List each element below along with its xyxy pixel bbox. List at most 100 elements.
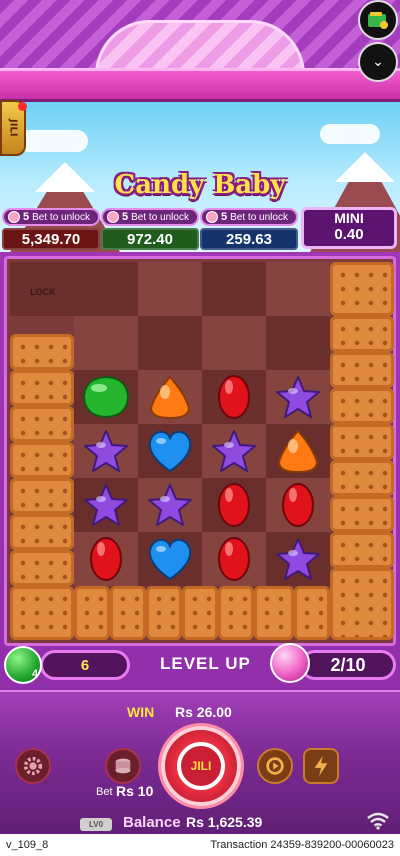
candy-red-oval [81,536,131,582]
unlock-count: 5 [23,211,30,223]
candy-orange-drop [273,428,323,474]
settings-button[interactable] [15,748,51,784]
cloud [320,124,380,144]
biscuit-block [330,388,394,424]
notification-dot [18,102,27,111]
board-cell [202,262,266,316]
jackpot-unlock-label: 5 Bet to unlock [101,208,199,226]
candy-red-oval [209,374,259,420]
jackpot-1: 5 Bet to unlock 5,349.70 [2,208,100,250]
autoplay-icon [266,757,284,775]
wallet-button[interactable] [358,0,398,40]
lightning-icon [314,755,328,777]
auto-spin-button[interactable] [257,748,293,784]
win-value: Rs 26.00 [175,704,232,720]
jackpot-unlock-label: 5 Bet to unlock [200,208,298,226]
level-up-label: LEVEL UP [160,654,251,673]
candy-purple-star [273,374,323,420]
board-cell [266,262,330,316]
gear-icon [23,756,43,776]
vip-level-badge: LV0 [80,818,112,831]
biscuit-block [330,262,394,316]
unlock-text: Bet to unlock [32,211,90,223]
lock-icon [206,211,218,223]
jackpot-2: 5 Bet to unlock 972.40 [101,208,199,250]
jackpot-value: 5,349.70 [2,228,100,250]
bet-button[interactable] [105,748,141,784]
candy-purple-star [209,428,259,474]
unlock-count: 5 [122,211,129,223]
candy-purple-star [81,428,131,474]
biscuit-block [10,370,74,406]
board-cell [74,316,138,370]
bet-label: Bet [96,786,113,798]
candy-red-oval [273,482,323,528]
candy-arch [95,20,305,75]
biscuit-block [330,424,394,460]
double-chevron-down-icon: ⌄ [372,54,384,70]
bet-value: Rs 10 [116,783,154,799]
biscuit-block [182,586,218,640]
mini-value: 0.40 [334,226,364,243]
biscuit-block [330,532,394,568]
biscuit-block [254,586,294,640]
board-cell [138,316,202,370]
turbo-button[interactable] [303,748,339,784]
candy-ball-icon [270,643,310,683]
win-label: WIN [127,704,155,720]
balance-label: Balance [123,814,181,831]
biscuit-block [330,496,394,532]
jackpot-unlock-label: 5 Bet to unlock [2,208,100,226]
biscuit-block [10,334,74,370]
candy-purple-star [81,482,131,528]
wallet-icon [368,12,388,29]
candy-red-oval [209,536,259,582]
lock-label: LOCK [30,287,56,297]
version-text: v_109_8 [6,839,49,851]
mini-label: MINI [334,210,364,226]
biscuit-block [330,352,394,388]
candy-blue-heart [145,536,195,582]
lock-icon [8,211,20,223]
jackpot-3: 5 Bet to unlock 259.63 [200,208,298,250]
board-cell [266,316,330,370]
biscuit-block [330,316,394,352]
biscuit-block [294,586,330,640]
mini-jackpot: MINI 0.40 [301,207,397,249]
biscuit-block [74,586,110,640]
lock-icon [107,211,119,223]
candy-red-oval [209,482,259,528]
candy-purple-star [273,536,323,582]
board-cell [138,262,202,316]
game-screen: JILI ⌄ Candy Baby 5 Bet to unlock 5,349.… [0,0,400,856]
collapse-menu-button[interactable]: ⌄ [358,42,398,82]
unlock-text: Bet to unlock [131,211,189,223]
jackpot-value: 259.63 [200,228,298,250]
wifi-icon [367,812,389,830]
candy-purple-star [145,482,195,528]
biscuit-block [10,514,74,550]
biscuit-block [10,586,74,640]
coin-stack-icon [115,758,131,774]
biscuit-block [10,478,74,514]
transaction-text: Transaction 24359-839200-00060023 [210,839,394,851]
unlock-count: 5 [221,211,228,223]
game-title: Candy Baby [114,170,286,200]
unlock-text: Bet to unlock [230,211,288,223]
biscuit-block [10,550,74,586]
gem-count: 4 [32,668,39,680]
biscuit-block [330,568,394,640]
biscuit-block [218,586,254,640]
spin-arrow-icon: JILI [177,742,225,790]
spin-button[interactable]: JILI [161,726,241,806]
biscuit-block [10,442,74,478]
candy-green-diamond [81,374,131,420]
board-cell [202,316,266,370]
level-progress: 2/10 [300,650,396,680]
game-board: LOCK [4,256,396,646]
biscuit-block [330,460,394,496]
footer-bar: v_109_8 Transaction 24359-839200-0006002… [0,834,400,856]
board-cell-locked: LOCK [10,262,74,316]
biscuit-block [10,406,74,442]
collected-counter: 6 [40,650,130,680]
